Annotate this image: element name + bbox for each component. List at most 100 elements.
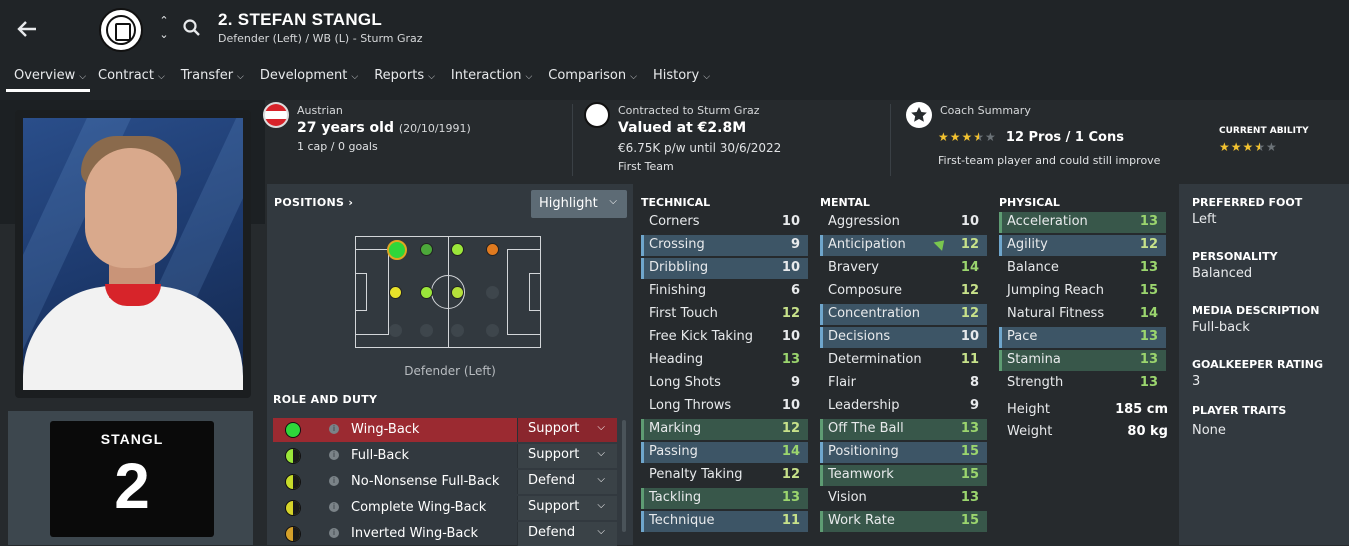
attribute-name: Jumping Reach — [1007, 283, 1105, 298]
attribute-value: 15 — [960, 513, 979, 528]
star-icon — [906, 102, 932, 128]
back-button[interactable] — [14, 16, 40, 42]
attribute-row[interactable]: Free Kick Taking 10 — [641, 327, 808, 348]
attribute-row[interactable]: Dribbling 10 — [641, 258, 808, 279]
tab-transfer[interactable]: Transfer ⌵ — [173, 62, 252, 92]
attribute-row[interactable]: Natural Fitness 14 — [999, 304, 1166, 325]
coach-summary-block[interactable]: Coach Summary ★★★★★ 12 Pros / 1 Cons Fir… — [906, 102, 1166, 178]
info-icon[interactable]: i — [329, 502, 339, 512]
role-row-inverted-wing-back[interactable]: i Inverted Wing-Back Defend ⌵ — [273, 522, 617, 546]
attribute-row[interactable]: Teamwork 15 — [820, 465, 987, 486]
attribute-row[interactable]: Composure 12 — [820, 281, 987, 302]
role-name: Inverted Wing-Back — [351, 526, 479, 541]
position-dot-dr[interactable] — [486, 243, 499, 256]
position-dot-empty[interactable] — [451, 324, 464, 337]
player-photo[interactable] — [23, 118, 243, 390]
chevron-down-icon: ⌵ — [351, 72, 359, 82]
attribute-row[interactable]: Technique 11 — [641, 511, 808, 532]
position-dot-empty[interactable] — [389, 324, 402, 337]
attribute-row[interactable]: Off The Ball 13 — [820, 419, 987, 440]
player-photo-frame — [15, 110, 251, 398]
attribute-value: 15 — [960, 467, 979, 482]
position-dot-empty[interactable] — [486, 286, 499, 299]
tab-contract[interactable]: Contract ⌵ — [90, 62, 173, 92]
up-down-chevrons-icon[interactable]: ⌃ ⌄ — [157, 14, 171, 42]
positions-title[interactable]: POSITIONS › — [274, 196, 353, 209]
attribute-name: Off The Ball — [828, 421, 904, 436]
position-dot-dcr[interactable] — [451, 243, 464, 256]
attribute-row[interactable]: Leadership 9 — [820, 396, 987, 417]
duty-dropdown[interactable]: Support ⌵ — [517, 496, 617, 520]
attribute-row[interactable]: Agility 12 — [999, 235, 1166, 256]
contract-block[interactable]: Contracted to Sturm Graz Valued at €2.8M… — [584, 102, 884, 178]
position-dot-dm[interactable] — [420, 286, 433, 299]
attribute-row[interactable]: Positioning 15 — [820, 442, 987, 463]
coach-stars: ★★★★★ — [938, 130, 997, 144]
duty-dropdown[interactable]: Defend ⌵ — [517, 522, 617, 546]
position-dot-empty[interactable] — [420, 324, 433, 337]
info-icon[interactable]: i — [329, 450, 339, 460]
tab-interaction[interactable]: Interaction ⌵ — [443, 62, 540, 92]
attribute-name: Balance — [1007, 260, 1059, 275]
attribute-row[interactable]: Bravery 14 — [820, 258, 987, 279]
attribute-row[interactable]: Passing 14 — [641, 442, 808, 463]
attribute-row[interactable]: Concentration 12 — [820, 304, 987, 325]
tab-comparison[interactable]: Comparison ⌵ — [540, 62, 645, 92]
attribute-row[interactable]: Work Rate 15 — [820, 511, 987, 532]
attribute-row[interactable]: Pace 13 — [999, 327, 1166, 348]
highlight-dropdown[interactable]: Highlight ⌵ — [531, 190, 627, 218]
attribute-row[interactable]: Crossing 9 — [641, 235, 808, 256]
position-dot-dcl[interactable] — [420, 243, 433, 256]
info-icon[interactable]: i — [329, 476, 339, 486]
attribute-name: Determination — [828, 352, 922, 367]
role-row-full-back[interactable]: i Full-Back Support ⌵ — [273, 444, 617, 468]
attribute-row[interactable]: Anticipation 12 — [820, 235, 987, 256]
attribute-row[interactable]: Tackling 13 — [641, 488, 808, 509]
position-dot-mc[interactable] — [451, 286, 464, 299]
role-row-complete-wing-back[interactable]: i Complete Wing-Back Support ⌵ — [273, 496, 617, 520]
attribute-row[interactable]: Decisions 10 — [820, 327, 987, 348]
attribute-row[interactable]: First Touch 12 — [641, 304, 808, 325]
roles-scrollbar[interactable] — [622, 420, 626, 532]
role-row-no-nonsense-full-back[interactable]: i No-Nonsense Full-Back Defend ⌵ — [273, 470, 617, 494]
player-header: ⌃ ⌄ 2. STEFAN STANGL Defender (Left) / WB… — [0, 0, 1349, 100]
attribute-row[interactable]: Marking 12 — [641, 419, 808, 440]
tab-reports[interactable]: Reports ⌵ — [366, 62, 443, 92]
position-caption: Defender (Left) — [404, 364, 496, 378]
club-badge-icon[interactable] — [99, 8, 143, 52]
position-dot-wbl[interactable] — [389, 286, 402, 299]
position-dot-dl[interactable] — [387, 240, 407, 260]
info-icon[interactable]: i — [329, 528, 339, 538]
role-row-wing-back[interactable]: i Wing-Back Support ⌵ — [273, 418, 617, 442]
height-label: Height — [1007, 402, 1050, 417]
attribute-row[interactable]: Determination 11 — [820, 350, 987, 371]
attribute-row[interactable]: Strength 13 — [999, 373, 1166, 394]
attribute-row[interactable]: Corners 10 — [641, 212, 808, 233]
duty-dropdown[interactable]: Defend ⌵ — [517, 470, 617, 494]
attribute-row[interactable]: Long Shots 9 — [641, 373, 808, 394]
attribute-row[interactable]: Long Throws 10 — [641, 396, 808, 417]
attribute-value: 11 — [960, 352, 979, 367]
duty-dropdown[interactable]: Support ⌵ — [517, 418, 617, 442]
attribute-row[interactable]: Vision 13 — [820, 488, 987, 509]
tab-development[interactable]: Development ⌵ — [252, 62, 366, 92]
nationality-block[interactable]: Austrian 27 years old (20/10/1991) 1 cap… — [263, 102, 563, 178]
attribute-row[interactable]: Jumping Reach 15 — [999, 281, 1166, 302]
position-dot-empty[interactable] — [486, 324, 499, 337]
duty-dropdown[interactable]: Support ⌵ — [517, 444, 617, 468]
search-button[interactable] — [182, 18, 202, 38]
attribute-row[interactable]: Balance 13 — [999, 258, 1166, 279]
attribute-row[interactable]: Aggression 10 — [820, 212, 987, 233]
attribute-row[interactable]: Finishing 6 — [641, 281, 808, 302]
attribute-name: Concentration — [828, 306, 920, 321]
attribute-row[interactable]: Penalty Taking 12 — [641, 465, 808, 486]
age: 27 years old (20/10/1991) — [297, 120, 471, 136]
attribute-row[interactable]: Acceleration 13 — [999, 212, 1166, 233]
tab-overview[interactable]: Overview ⌵ — [6, 62, 90, 92]
attribute-row[interactable]: Stamina 13 — [999, 350, 1166, 371]
info-icon[interactable]: i — [329, 424, 339, 434]
attribute-row[interactable]: Flair 8 — [820, 373, 987, 394]
tab-history[interactable]: History ⌵ — [645, 62, 718, 92]
current-ability-stars[interactable]: ★★★★★ — [1219, 140, 1278, 154]
attribute-row[interactable]: Heading 13 — [641, 350, 808, 371]
